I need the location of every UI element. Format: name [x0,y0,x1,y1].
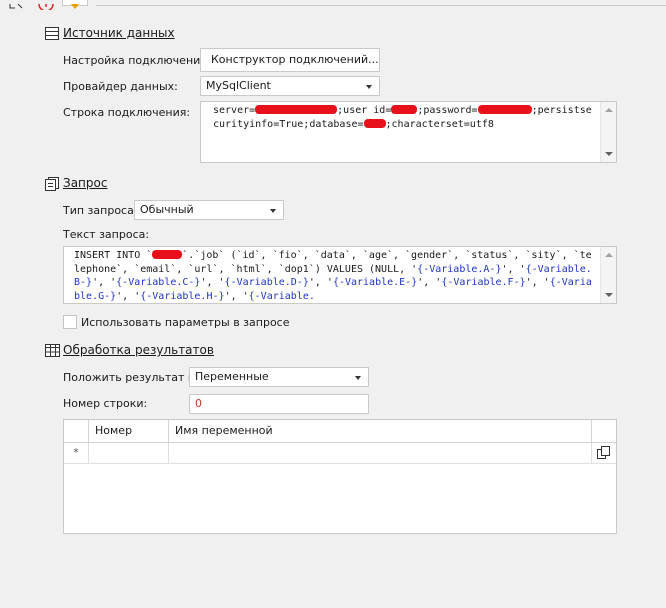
stop-tab-icon[interactable] [36,0,56,12]
chevron-down-icon [270,209,276,213]
row-number-label: Номер строки: [63,397,148,410]
query-type-value: Обычный [140,203,194,216]
new-row-marker: * [64,443,89,463]
scroll-up-icon[interactable] [605,108,613,112]
query-type-label: Тип запроса: [63,204,138,217]
provider-select-value: MySqlClient [206,79,271,92]
scroll-down-icon[interactable] [605,293,613,297]
cell-number[interactable] [89,443,169,463]
connection-settings-label: Настройка подключения: [63,54,211,67]
query-text-label: Текст запроса: [63,228,150,241]
database-icon [45,27,59,40]
column-header-variable-name[interactable]: Имя переменной [169,420,592,442]
put-result-select[interactable]: Переменные [189,367,369,387]
table-row[interactable]: * [64,443,616,464]
provider-select[interactable]: MySqlClient [200,76,380,96]
chevron-down-icon [355,376,361,380]
redaction-mark [255,105,338,114]
edit-tab-icon[interactable] [6,0,28,9]
grid-corner [64,420,89,442]
provider-label: Провайдер данных: [63,80,178,93]
redaction-mark [477,105,532,114]
connection-string-label: Строка подключения: [63,106,191,119]
query-text-input[interactable]: INSERT INTO ` `.`job` (`id`, `fio`, `data… [63,246,617,304]
results-section-title[interactable]: Обработка результатов [63,343,214,357]
query-section-title[interactable]: Запрос [63,176,107,190]
column-header-number[interactable]: Номер [89,420,169,442]
redaction-mark [363,118,386,128]
connection-builder-button[interactable]: Конструктор подключений... [200,48,380,72]
top-divider [96,5,666,6]
redaction-mark [391,105,418,114]
connection-string-input[interactable]: server= ;user id= ;password= ;persistsecuri… [200,101,617,163]
table-icon [45,344,60,357]
datasource-section-title[interactable]: Источник данных [63,26,175,40]
top-toolbar [0,0,666,12]
query-type-select[interactable]: Обычный [134,200,284,220]
scroll-down-icon[interactable] [605,152,613,156]
put-result-label: Положить результат в: [63,371,199,384]
query-text-scrollbar[interactable] [600,247,616,303]
row-number-input[interactable]: 0 [189,394,369,414]
put-result-value: Переменные [195,370,269,383]
redaction-mark [152,250,183,259]
use-params-label[interactable]: Использовать параметры в запросе [81,316,289,329]
chevron-down-icon [366,85,372,89]
warning-tab-icon[interactable] [62,0,88,9]
use-params-checkbox[interactable] [63,315,77,329]
copy-icon[interactable] [596,445,612,461]
grid-header: Номер Имя переменной [64,420,616,443]
query-icon [45,177,59,191]
cell-variable-name[interactable] [169,443,592,463]
scroll-up-icon[interactable] [605,253,613,257]
connection-string-scrollbar[interactable] [600,102,616,162]
variables-grid[interactable]: Номер Имя переменной * [63,419,617,534]
